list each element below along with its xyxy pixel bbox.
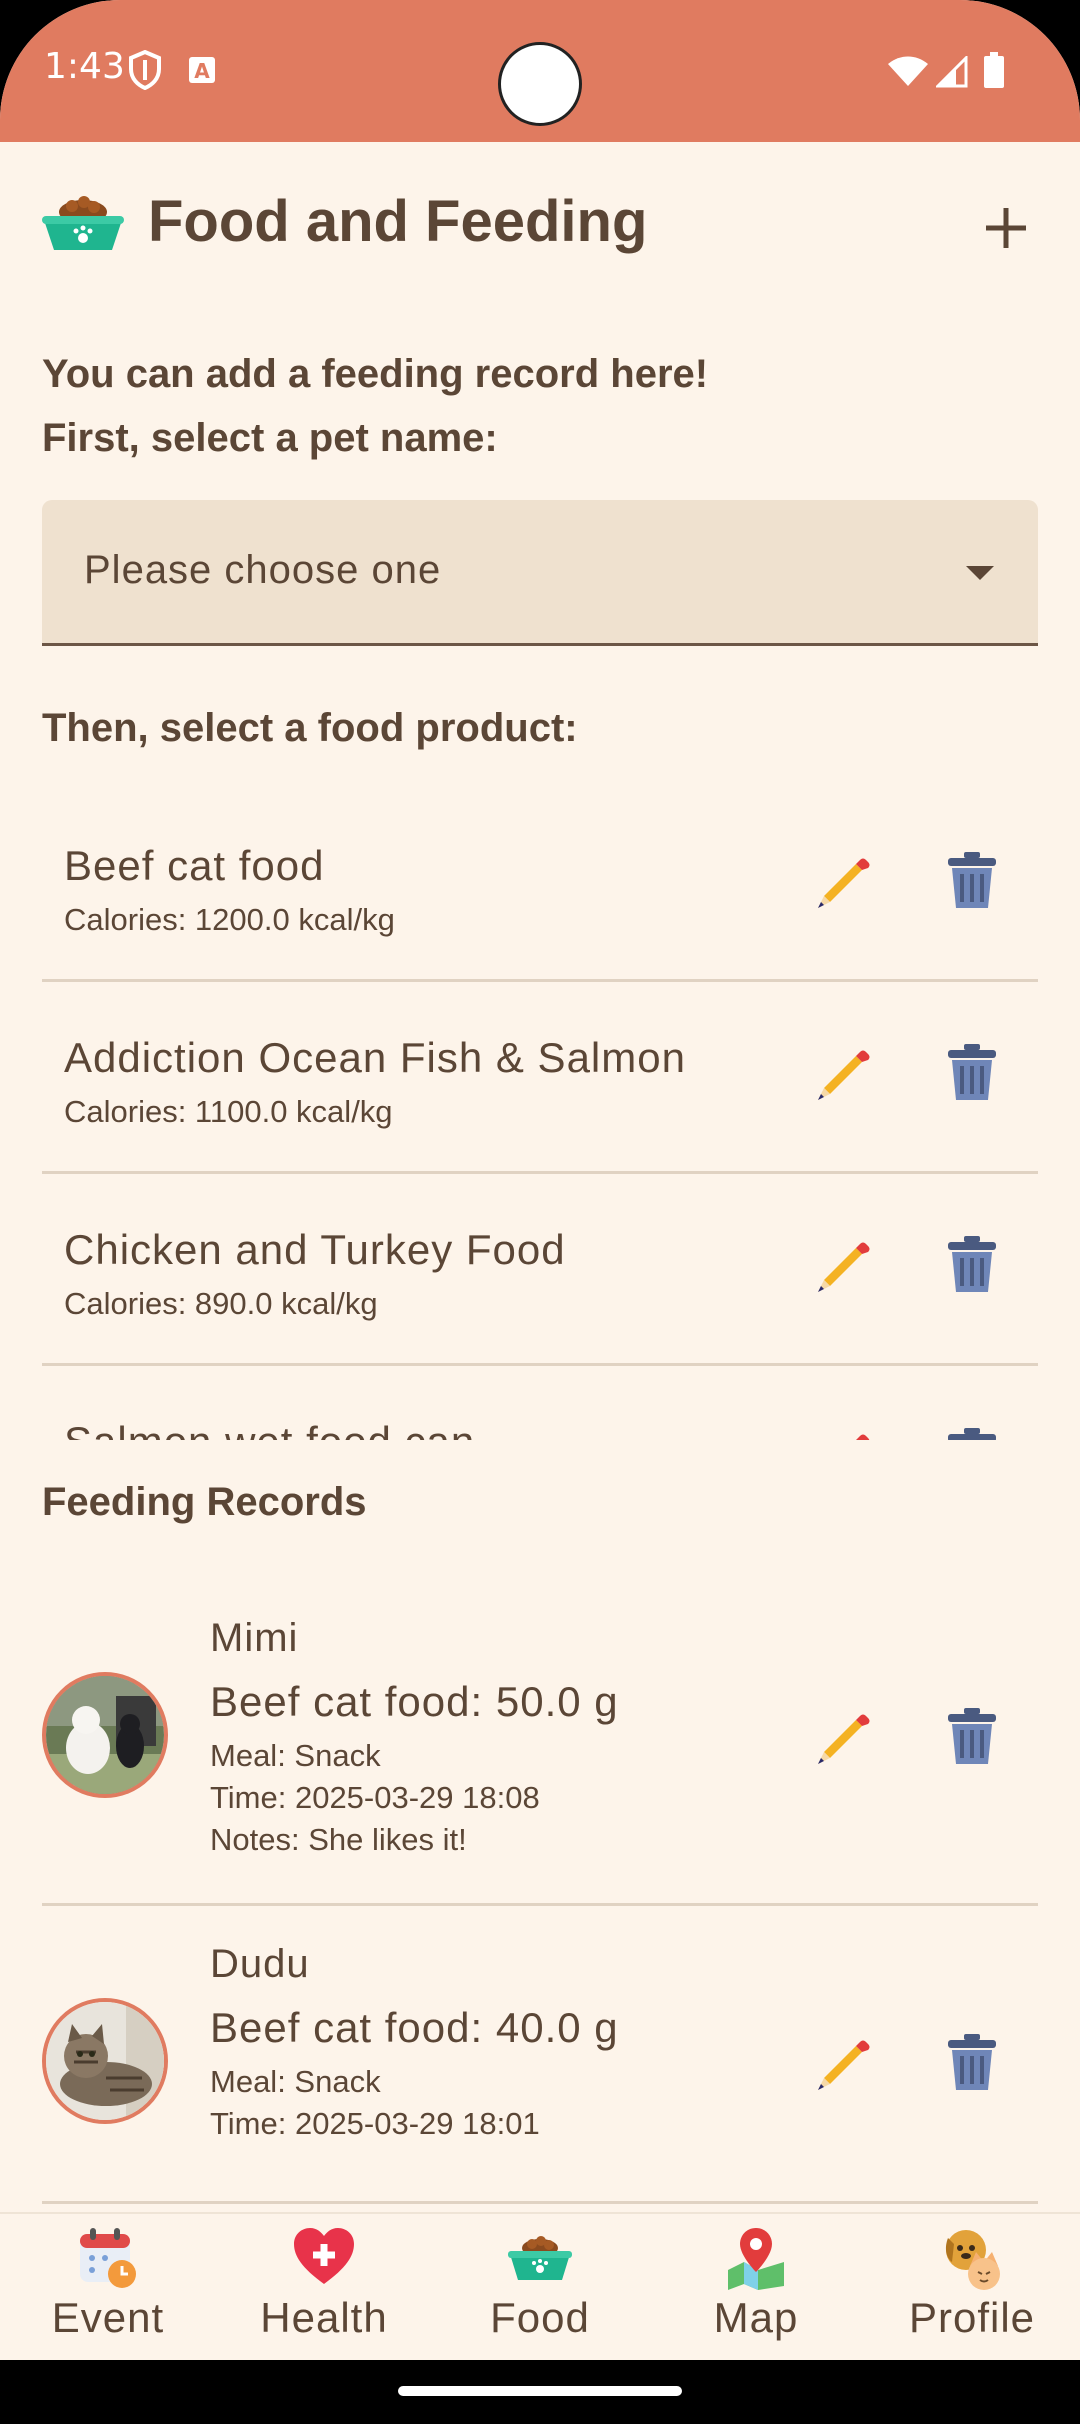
nav-item-food[interactable]: Food [432, 2214, 648, 2362]
product-calories: Calories: 1100.0 kcal/kg [64, 1094, 393, 1129]
delete-button[interactable] [944, 1042, 1000, 1102]
delete-button[interactable] [944, 1426, 1000, 1440]
shield-icon [128, 49, 162, 95]
pet-select-value: Please choose one [84, 548, 442, 592]
trash-icon [948, 1236, 996, 1292]
app-header: Food and Feeding [0, 142, 1080, 312]
delete-button[interactable] [944, 1706, 1000, 1766]
edit-button[interactable] [812, 1042, 872, 1102]
bottom-navigation: Event Health Food Map Profile [0, 2212, 1080, 2360]
pencil-icon [856, 1434, 870, 1440]
product-name: Addiction Ocean Fish & Salmon [64, 1034, 686, 1081]
product-name: Beef cat food [64, 842, 325, 889]
record-notes: Notes: She likes it! [210, 1822, 467, 1857]
list-item[interactable]: Chicken and Turkey Food Calories: 890.0 … [42, 1174, 1038, 1366]
record-meal: Meal: Snack [210, 1738, 381, 1773]
nav-label-health: Health [260, 2294, 388, 2341]
record-food: Beef cat food: 50.0 g [210, 1678, 619, 1725]
record-item[interactable]: Mimi Beef cat food: 50.0 g Meal: Snack T… [42, 1580, 1038, 1906]
avatar [42, 1672, 168, 1798]
trash-icon [948, 1708, 996, 1764]
records-title: Feeding Records [42, 1480, 367, 1524]
nav-label-profile: Profile [908, 2294, 1036, 2341]
signal-icon [934, 54, 968, 93]
calendar-icon [80, 2228, 136, 2288]
svg-text:A: A [194, 59, 210, 83]
record-food: Beef cat food: 40.0 g [210, 2004, 619, 2051]
delete-button[interactable] [944, 850, 1000, 910]
pencil-icon [818, 1242, 870, 1292]
list-item[interactable]: Salmon wet food can [42, 1366, 1038, 1440]
nav-item-map[interactable]: Map [648, 2214, 864, 2362]
pet-select-dropdown[interactable]: Please choose one [42, 500, 1038, 646]
wifi-icon [888, 56, 928, 93]
nav-label-map: Map [713, 2294, 799, 2341]
record-item[interactable]: Dudu Beef cat food: 40.0 g Meal: Snack T… [42, 1906, 1038, 2204]
products-label: Then, select a food product: [42, 706, 578, 750]
nav-label-event: Event [51, 2294, 165, 2341]
delete-button[interactable] [944, 1234, 1000, 1294]
home-indicator[interactable] [398, 2386, 682, 2396]
page-title: Food and Feeding [148, 189, 648, 254]
pencil-icon [818, 858, 870, 908]
nav-item-health[interactable]: Health [216, 2214, 432, 2362]
edit-button[interactable] [812, 1234, 872, 1294]
nav-label-food: Food [490, 2294, 590, 2341]
trash-icon [948, 1428, 996, 1440]
heart-icon [294, 2228, 354, 2284]
gesture-bar [0, 2360, 1080, 2424]
intro-text: You can add a feeding record here! First… [42, 342, 708, 470]
delete-button[interactable] [944, 2032, 1000, 2092]
camera-cutout [498, 42, 582, 126]
record-pet-name: Dudu [210, 1942, 310, 1986]
pencil-icon [818, 1050, 870, 1100]
edit-button[interactable] [812, 2032, 872, 2092]
plus-icon [986, 208, 1026, 248]
battery-icon [984, 52, 1004, 93]
record-time: Time: 2025-03-29 18:01 [210, 2106, 540, 2141]
add-button[interactable] [980, 202, 1032, 254]
nav-item-event[interactable]: Event [0, 2214, 216, 2362]
intro-line-2: First, select a pet name: [42, 416, 498, 460]
record-pet-name: Mimi [210, 1616, 299, 1660]
trash-icon [948, 2034, 996, 2090]
record-meal: Meal: Snack [210, 2064, 381, 2099]
list-item[interactable]: Addiction Ocean Fish & Salmon Calories: … [42, 982, 1038, 1174]
food-bowl-icon [508, 2236, 572, 2280]
edit-button[interactable] [812, 1426, 872, 1440]
app-screen: 1:43 A Food and Feeding You can add a fe… [0, 0, 1080, 2424]
product-list: Beef cat food Calories: 1200.0 kcal/kg A… [42, 790, 1038, 1440]
dropdown-arrow-icon [966, 566, 994, 580]
trash-icon [948, 1044, 996, 1100]
avatar [42, 1998, 168, 2124]
edit-button[interactable] [812, 1706, 872, 1766]
list-item[interactable]: Beef cat food Calories: 1200.0 kcal/kg [42, 790, 1038, 982]
status-time: 1:43 [44, 46, 125, 87]
product-name: Salmon wet food can [64, 1418, 475, 1440]
product-calories: Calories: 1200.0 kcal/kg [64, 902, 395, 937]
map-icon [728, 2228, 784, 2290]
pencil-icon [818, 1714, 870, 1764]
edit-button[interactable] [812, 850, 872, 910]
intro-line-1: You can add a feeding record here! [42, 352, 709, 396]
feeding-records-list: Mimi Beef cat food: 50.0 g Meal: Snack T… [42, 1580, 1038, 2210]
dog-cat-icon [945, 2230, 1000, 2290]
food-bowl-icon [42, 194, 124, 259]
text-a-icon: A [188, 56, 216, 89]
status-bar: 1:43 A [0, 0, 1080, 142]
trash-icon [948, 852, 996, 908]
product-calories: Calories: 890.0 kcal/kg [64, 1286, 378, 1321]
product-name: Chicken and Turkey Food [64, 1226, 566, 1273]
record-time: Time: 2025-03-29 18:08 [210, 1780, 540, 1815]
nav-item-profile[interactable]: Profile [864, 2214, 1080, 2362]
pencil-icon [818, 2040, 870, 2090]
